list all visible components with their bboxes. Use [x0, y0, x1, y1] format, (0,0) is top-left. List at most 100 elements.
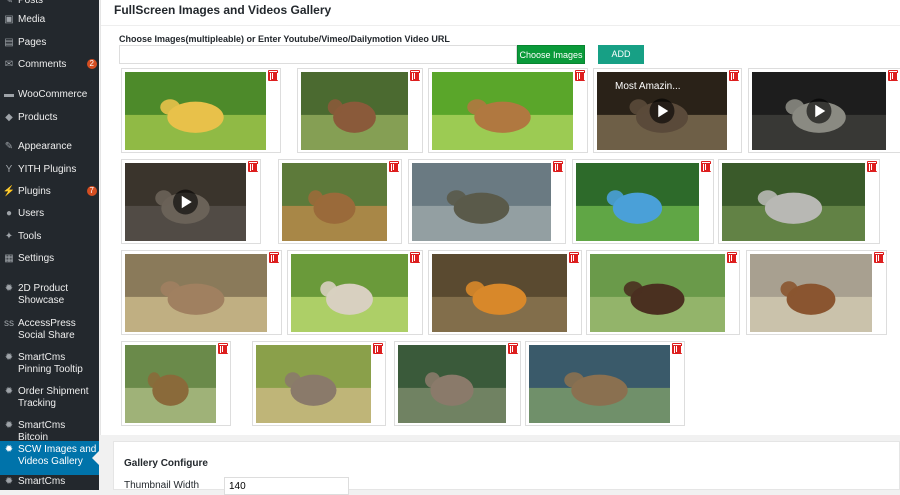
thumb-image: [432, 254, 567, 332]
sidebar-item-settings[interactable]: ▦ Settings: [0, 252, 99, 268]
sidebar-item-label: Appearance: [18, 141, 72, 152]
thumb-image: [282, 163, 387, 241]
gallery-image-thumb[interactable]: [408, 159, 566, 244]
gallery-video-thumb[interactable]: [748, 68, 900, 153]
gallery-video-thumb[interactable]: Most Amazin...: [593, 68, 742, 153]
media-icon: ▣: [4, 14, 14, 25]
sidebar-item-label: Order Shipment Tracking: [18, 386, 89, 409]
gallery-image-thumb[interactable]: [121, 250, 282, 335]
sidebar-item-label: WooCommerce: [18, 89, 88, 100]
delete-icon[interactable]: [672, 343, 682, 354]
thumb-subject-head: [606, 190, 624, 206]
thumb-subject-head: [160, 99, 180, 115]
thumb-subject-head: [629, 99, 648, 115]
thumb-subject-head: [757, 190, 778, 206]
gear-icon: ✹: [4, 352, 14, 363]
delete-icon[interactable]: [248, 161, 258, 172]
url-field-label: Choose Images(multipleable) or Enter You…: [119, 34, 450, 44]
sidebar-item-comments[interactable]: ✉ Comments 2: [0, 58, 99, 74]
gallery-image-thumb[interactable]: [394, 341, 521, 426]
sidebar-item-smartcms-bitcoin[interactable]: ✹ SmartCms Bitcoin: [0, 419, 99, 443]
delete-icon[interactable]: [410, 70, 420, 81]
thumb-image: [125, 345, 216, 423]
gallery-image-thumb[interactable]: [718, 159, 880, 244]
delete-icon[interactable]: [888, 70, 898, 81]
add-button[interactable]: ADD: [598, 45, 644, 64]
delete-icon[interactable]: [218, 343, 228, 354]
sidebar-item-accesspress-social-share[interactable]: ss AccessPress Social Share: [0, 317, 99, 345]
thumb-subject-head: [425, 372, 441, 388]
comment-icon: ✉: [4, 59, 14, 70]
thumb-subject-head: [160, 281, 181, 297]
thumb-image: [750, 254, 872, 332]
current-menu-arrow: [92, 451, 99, 465]
sidebar-item-scw-images-and-videos-gallery[interactable]: ✹ SCW Images and Videos Gallery: [0, 441, 99, 475]
thumbnail-width-input[interactable]: [224, 477, 349, 495]
sidebar-item-posts[interactable]: ✎ Posts: [0, 0, 99, 10]
gallery-image-thumb[interactable]: [121, 68, 281, 153]
gallery-image-thumb[interactable]: [287, 250, 423, 335]
sidebar-item-label: AccessPress Social Share: [18, 318, 76, 341]
delete-icon[interactable]: [268, 70, 278, 81]
delete-icon[interactable]: [373, 343, 383, 354]
choose-images-button[interactable]: Choose Images: [517, 45, 585, 64]
gallery-image-thumb[interactable]: [252, 341, 386, 426]
plugin-icon: ⚡: [2, 186, 16, 197]
thumb-subject-head: [785, 99, 805, 115]
sidebar-item-plugins[interactable]: ⚡ Plugins 7: [0, 185, 99, 201]
delete-icon[interactable]: [410, 252, 420, 263]
gallery-image-thumb[interactable]: [525, 341, 685, 426]
delete-icon[interactable]: [508, 343, 518, 354]
gallery-image-thumb[interactable]: [278, 159, 402, 244]
config-title: Gallery Configure: [124, 458, 208, 469]
gallery-image-thumb[interactable]: [572, 159, 714, 244]
delete-icon[interactable]: [701, 161, 711, 172]
sidebar-item-yith-plugins[interactable]: Y YITH Plugins: [0, 163, 99, 179]
thumb-image: [576, 163, 699, 241]
sidebar-item-2d-product-showcase[interactable]: ✹ 2D Product Showcase: [0, 282, 99, 310]
sidebar-item-pages[interactable]: ▤ Pages: [0, 36, 99, 52]
thumb-subject-head: [155, 190, 173, 206]
sidebar-item-smartcms-pinning-tooltip[interactable]: ✹ SmartCms Pinning Tooltip: [0, 351, 99, 379]
sidebar-item-users[interactable]: ● Users: [0, 207, 99, 223]
delete-icon[interactable]: [269, 252, 279, 263]
sidebar-item-label: 2D Product Showcase: [18, 283, 69, 306]
thumb-subject-head: [284, 372, 301, 388]
thumb-subject-head: [564, 372, 584, 388]
gallery-image-thumb[interactable]: [746, 250, 887, 335]
sidebar-item-appearance[interactable]: ✎ Appearance: [0, 140, 99, 156]
sidebar-item-woocommerce[interactable]: ▬ WooCommerce: [0, 88, 99, 104]
sidebar-item-tools[interactable]: ✦ Tools: [0, 230, 99, 246]
gallery-image-thumb[interactable]: [121, 341, 231, 426]
delete-icon[interactable]: [575, 70, 585, 81]
settings-icon: ▦: [4, 253, 14, 264]
gear-icon: ✹: [4, 283, 14, 294]
gallery-image-thumb[interactable]: [586, 250, 740, 335]
sidebar-item-media[interactable]: ▣ Media: [0, 13, 99, 29]
gallery-image-thumb[interactable]: [428, 68, 588, 153]
delete-icon[interactable]: [553, 161, 563, 172]
video-title: Most Amazin...: [615, 81, 681, 92]
delete-icon[interactable]: [729, 70, 739, 81]
thumb-image: [398, 345, 506, 423]
main-content: FullScreen Images and Videos Gallery Cho…: [100, 0, 900, 495]
gallery-image-thumb[interactable]: [428, 250, 582, 335]
delete-icon[interactable]: [727, 252, 737, 263]
delete-icon[interactable]: [389, 161, 399, 172]
sidebar-item-label: SCW Images and Videos Gallery: [18, 444, 97, 467]
gallery-image-thumb[interactable]: [297, 68, 423, 153]
sidebar-item-label: Pages: [18, 37, 47, 48]
delete-icon[interactable]: [874, 252, 884, 263]
sidebar-item-order-shipment-tracking[interactable]: ✹ Order Shipment Tracking: [0, 385, 99, 413]
gallery-video-thumb[interactable]: [121, 159, 261, 244]
sidebar-item-label: SmartCms: [18, 476, 66, 487]
sidebar-item-smartcms[interactable]: ✹ SmartCms: [0, 475, 99, 490]
thumb-image: [529, 345, 670, 423]
sidebar-item-label: Posts: [18, 0, 44, 6]
sidebar-item-products[interactable]: ◆ Products: [0, 111, 99, 127]
delete-icon[interactable]: [867, 161, 877, 172]
thumb-image: [752, 72, 886, 150]
delete-icon[interactable]: [569, 252, 579, 263]
video-url-input[interactable]: [119, 45, 517, 64]
count-badge: 2: [86, 59, 97, 69]
